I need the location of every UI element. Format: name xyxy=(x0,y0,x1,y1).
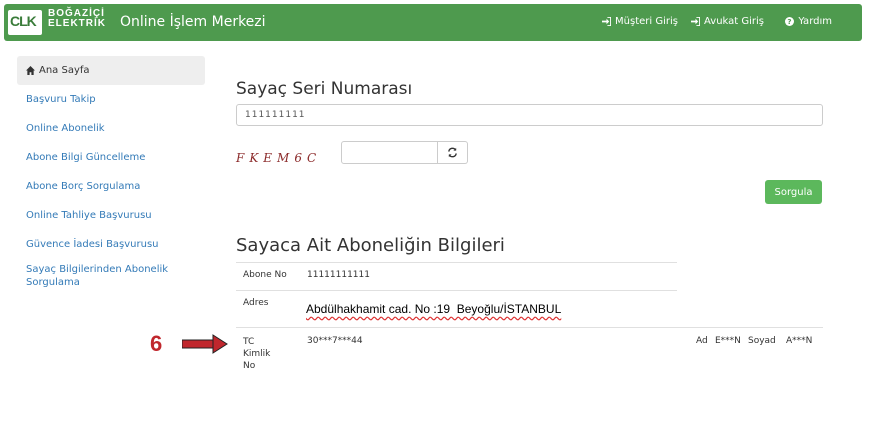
home-icon xyxy=(26,66,35,75)
annotation-arrow-icon xyxy=(182,334,228,354)
help-label: Yardım xyxy=(798,16,832,27)
subscriber-no-label: Abone No xyxy=(243,270,287,280)
sidebar-item-label: Abone Bilgi Güncelleme xyxy=(26,152,146,163)
subscription-info-heading: Sayaca Ait Aboneliğin Bilgileri xyxy=(236,235,505,256)
sidebar-item-meter-subscription-query[interactable]: Sayaç Bilgilerinden Abonelik Sorgulama xyxy=(17,259,205,289)
table-divider xyxy=(236,290,677,291)
name-label: Ad xyxy=(696,336,708,346)
serial-heading: Sayaç Seri Numarası xyxy=(236,79,413,99)
refresh-icon xyxy=(448,147,457,158)
sidebar-item-subscriber-info-update[interactable]: Abone Bilgi Güncelleme xyxy=(17,143,205,172)
captcha-image: FKEM6C xyxy=(236,151,322,165)
sidebar-item-deposit-refund[interactable]: Güvence İadesi Başvurusu xyxy=(17,230,205,259)
sidebar-nav: Ana Sayfa Başvuru Takip Online Abonelik … xyxy=(17,56,205,289)
sidebar-item-application-tracking[interactable]: Başvuru Takip xyxy=(17,85,205,114)
top-navbar: CLK BOĞAZİÇİ ELEKTRİK Online İşlem Merke… xyxy=(4,4,862,41)
sidebar-item-label: Ana Sayfa xyxy=(39,65,90,76)
sidebar-item-label: Online Tahliye Başvurusu xyxy=(26,210,152,221)
sidebar-item-online-subscription[interactable]: Online Abonelik xyxy=(17,114,205,143)
sidebar-item-label: Abone Borç Sorgulama xyxy=(26,181,141,192)
brand-name-line2: ELEKTRİK xyxy=(48,18,106,29)
table-divider xyxy=(236,262,677,263)
lawyer-login-label: Avukat Giriş xyxy=(704,16,764,27)
tc-value: 30***7***44 xyxy=(307,336,363,346)
sidebar-item-label: Güvence İadesi Başvurusu xyxy=(26,239,159,250)
sidebar-item-label: Başvuru Takip xyxy=(26,94,96,105)
brand-name: BOĞAZİÇİ ELEKTRİK xyxy=(48,9,106,29)
sidebar-item-home[interactable]: Ana Sayfa xyxy=(17,56,205,85)
app-title[interactable]: Online İşlem Merkezi xyxy=(120,14,266,30)
customer-login-label: Müşteri Giriş xyxy=(615,16,678,27)
address-label: Adres xyxy=(243,298,269,308)
refresh-captcha-button[interactable] xyxy=(438,141,468,164)
surname-label: Soyad xyxy=(748,336,776,346)
logo-text: CLK xyxy=(10,13,37,29)
table-divider xyxy=(236,327,823,328)
surname-value: A***N xyxy=(786,336,813,346)
address-value: Abdülhakhamit cad. No :19 Beyoğlu/İSTANB… xyxy=(306,302,562,316)
serial-number-input[interactable]: 111111111 xyxy=(236,104,823,126)
name-value: E***N xyxy=(715,336,741,346)
sidebar-item-label: Online Abonelik xyxy=(26,123,105,134)
sidebar-item-label: Sayaç Bilgilerinden Abonelik Sorgulama xyxy=(26,264,169,288)
annotation-number: 6 xyxy=(150,331,163,356)
customer-login-link[interactable]: Müşteri Giriş xyxy=(602,16,678,27)
subscriber-no-value: 11111111111 xyxy=(307,270,370,280)
svg-text:?: ? xyxy=(788,17,792,26)
lawyer-login-link[interactable]: Avukat Giriş xyxy=(691,16,764,27)
tc-label: TC Kimlik No xyxy=(243,337,271,371)
sign-in-icon xyxy=(691,17,701,26)
sidebar-item-online-evacuation[interactable]: Online Tahliye Başvurusu xyxy=(17,201,205,230)
query-button[interactable]: Sorgula xyxy=(765,180,822,204)
sign-in-icon xyxy=(602,17,612,26)
question-circle-icon: ? xyxy=(785,17,795,26)
brand-logo[interactable]: CLK xyxy=(8,10,42,35)
captcha-input[interactable] xyxy=(341,141,438,164)
help-link[interactable]: ? Yardım xyxy=(785,16,832,27)
sidebar-item-debt-query[interactable]: Abone Borç Sorgulama xyxy=(17,172,205,201)
